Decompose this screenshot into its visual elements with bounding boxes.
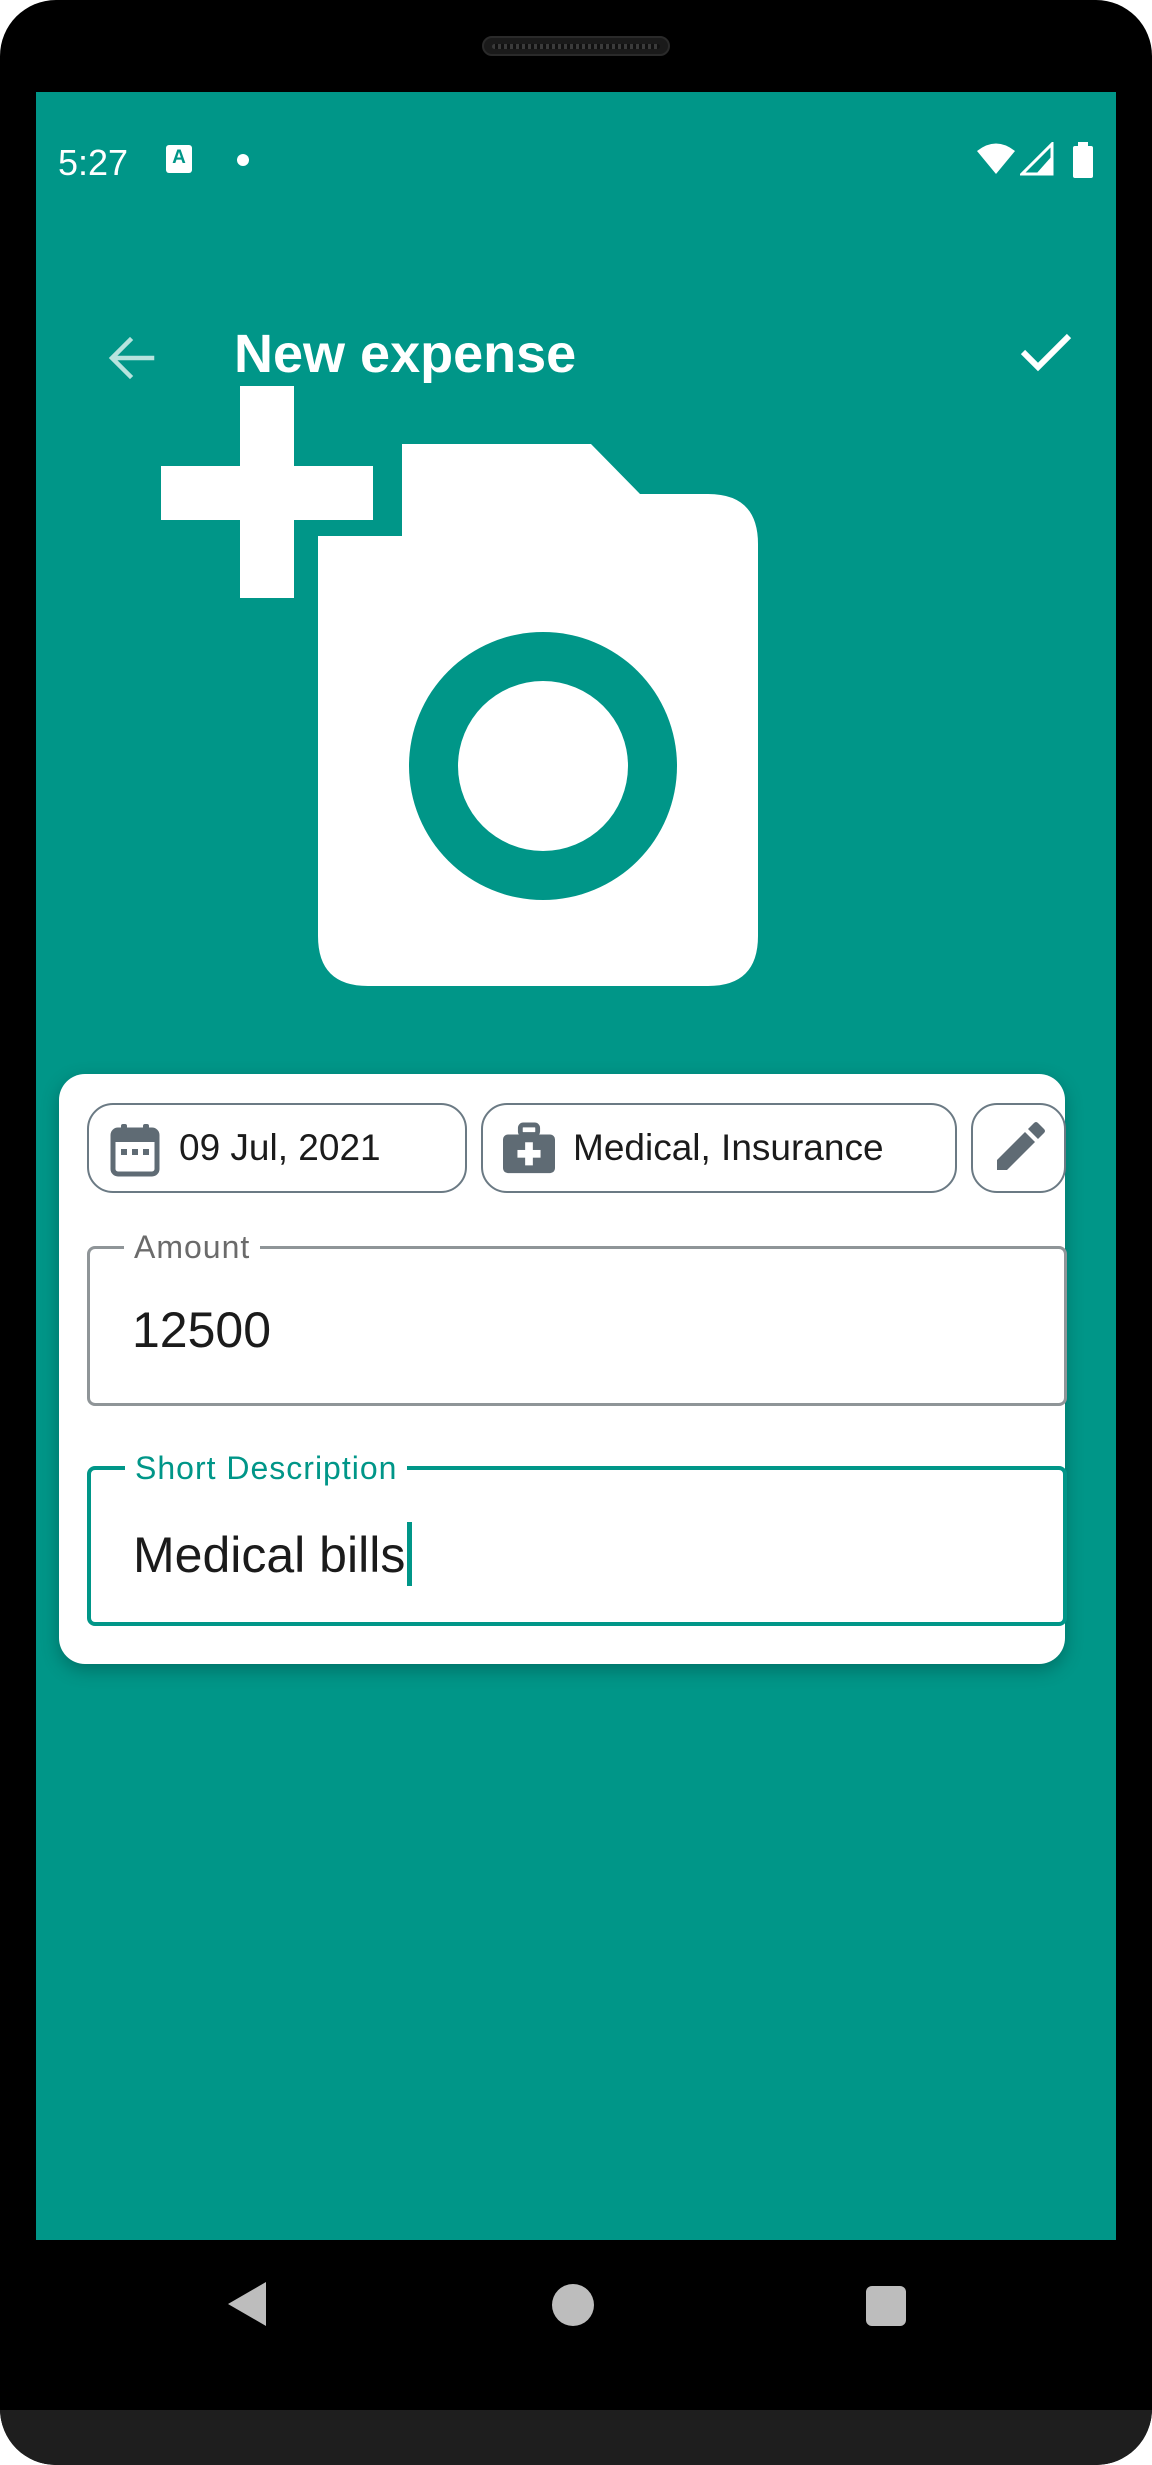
description-input[interactable]: Medical bills: [133, 1522, 413, 1586]
recents-square-icon[interactable]: [866, 2286, 906, 2326]
amount-input[interactable]: 12500: [132, 1301, 271, 1359]
save-button[interactable]: [996, 302, 1096, 402]
arrow-left-icon: [108, 336, 155, 380]
description-field[interactable]: Short Description Medical bills: [87, 1450, 1067, 1626]
device-chin: [0, 2410, 1152, 2465]
date-chip[interactable]: 09 Jul, 2021: [87, 1103, 467, 1193]
category-chip-label: Medical, Insurance: [573, 1127, 884, 1168]
calendar-icon: [109, 1122, 161, 1177]
add-photo-button[interactable]: [161, 386, 916, 1102]
status-right-icons: [976, 142, 1096, 182]
amount-label: Amount: [124, 1229, 261, 1266]
device-frame: 5:27 A New expense 09 Jul, 2021 Medical,…: [0, 0, 1152, 2465]
signal-icon: [1020, 142, 1054, 176]
wifi-icon: [977, 143, 1015, 174]
check-icon: [1020, 333, 1072, 372]
back-triangle-icon[interactable]: [226, 2280, 268, 2328]
edit-category-button[interactable]: [971, 1103, 1066, 1193]
status-time: 5:27: [58, 142, 129, 183]
description-label: Short Description: [125, 1450, 408, 1487]
expense-form-card: 09 Jul, 2021 Medical, Insurance Amount 1…: [59, 1074, 1067, 1664]
dot-icon: [237, 154, 249, 166]
pencil-icon: [996, 1122, 1045, 1170]
date-chip-label: 09 Jul, 2021: [179, 1127, 381, 1168]
category-chip[interactable]: Medical, Insurance: [481, 1103, 957, 1193]
add-a-photo-icon: [161, 386, 758, 986]
speaker-grille: [482, 36, 670, 56]
medical-bag-icon: [503, 1122, 555, 1174]
a-notification-icon: A: [166, 145, 192, 173]
app-screen: 5:27 A New expense 09 Jul, 2021 Medical,…: [36, 92, 1116, 2240]
page-title: New expense: [234, 324, 577, 384]
amount-field[interactable]: Amount 12500: [87, 1229, 1067, 1406]
system-nav-bar: [0, 2240, 1152, 2370]
description-value: Medical bills: [133, 1527, 406, 1583]
home-circle-icon[interactable]: [552, 2284, 594, 2326]
text-caret: [407, 1522, 413, 1586]
battery-icon: [1073, 142, 1093, 178]
